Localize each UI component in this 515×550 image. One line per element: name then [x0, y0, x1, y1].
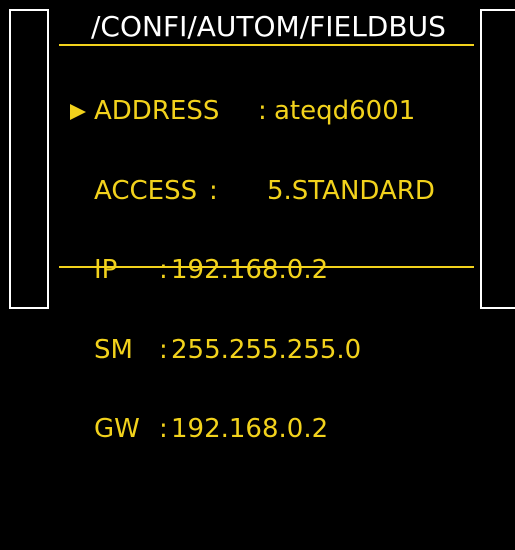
sm-separator: :	[159, 334, 168, 365]
menu-row-access[interactable]: ACCESS : 5.STANDARD	[70, 177, 435, 205]
footer-divider	[59, 266, 474, 268]
sm-value: 255.255.255.0	[171, 334, 362, 365]
left-side-panel	[9, 9, 49, 309]
header-divider	[59, 44, 474, 46]
gw-value: 192.168.0.2	[171, 414, 329, 444]
menu-row-gw[interactable]: GW : 192.168.0.2	[70, 416, 328, 443]
address-separator: :	[258, 96, 267, 126]
menu-row-sm[interactable]: SM : 255.255.255.0	[70, 336, 361, 364]
right-side-panel	[480, 9, 515, 309]
fieldbus-menu: ADDRESS : ateqd6001 ACCESS : 5.STANDARD …	[70, 45, 435, 496]
ip-label: IP	[94, 255, 118, 285]
gw-separator: :	[159, 414, 168, 444]
ip-separator: :	[159, 255, 168, 285]
menu-row-ip[interactable]: IP : 192.168.0.2	[70, 255, 328, 285]
menu-path-title: /CONFI/AUTOM/FIELDBUS	[91, 10, 446, 43]
selection-arrow-icon	[70, 104, 86, 120]
ip-value: 192.168.0.2	[171, 255, 329, 285]
address-label: ADDRESS	[94, 96, 220, 126]
address-value: ateqd6001	[274, 96, 416, 126]
gw-label: GW	[94, 414, 140, 444]
access-value: 5.STANDARD	[267, 175, 435, 206]
access-label: ACCESS	[94, 175, 198, 206]
lcd-screen: /CONFI/AUTOM/FIELDBUS ADDRESS : ateqd600…	[0, 0, 515, 442]
sm-label: SM	[94, 334, 133, 365]
menu-row-address[interactable]: ADDRESS : ateqd6001	[70, 98, 415, 125]
access-separator: :	[209, 175, 218, 206]
